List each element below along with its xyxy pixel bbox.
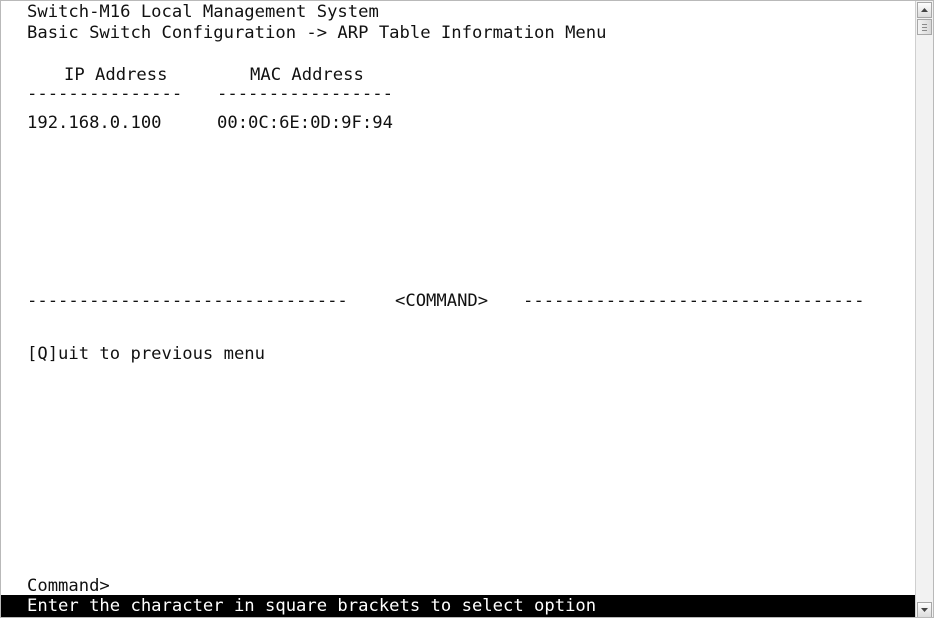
command-divider-left: ------------------------------- [27, 291, 348, 311]
vertical-scrollbar[interactable] [915, 1, 933, 617]
column-underline-ip: --------------- [27, 84, 183, 104]
arrow-down-icon [921, 608, 928, 612]
command-divider-label: <COMMAND> [395, 291, 489, 311]
status-bar: Enter the character in square brackets t… [1, 595, 915, 617]
terminal-screen[interactable]: Switch-M16 Local Management System Basic… [1, 1, 917, 617]
row-mac-address: 00:0C:6E:0D:9F:94 [217, 113, 393, 133]
column-header-mac: MAC Address [250, 65, 364, 85]
command-prompt[interactable]: Command> [27, 576, 110, 597]
table-row: 192.168.0.100 00:0C:6E:0D:9F:94 [1, 113, 917, 281]
scroll-down-button[interactable] [917, 602, 932, 617]
system-title: Switch-M16 Local Management System [27, 2, 379, 22]
scroll-up-button[interactable] [917, 2, 932, 18]
arrow-up-icon [921, 8, 928, 12]
row-ip-address: 192.168.0.100 [27, 113, 162, 133]
terminal-window: Switch-M16 Local Management System Basic… [0, 0, 934, 618]
breadcrumb: Basic Switch Configuration -> ARP Table … [27, 23, 607, 43]
column-underline-mac: ----------------- [217, 84, 393, 104]
command-option-quit[interactable]: [Q]uit to previous menu [27, 344, 265, 365]
scroll-thumb[interactable] [917, 19, 932, 35]
column-header-ip: IP Address [64, 65, 168, 85]
command-divider-right: --------------------------------- [523, 291, 865, 311]
